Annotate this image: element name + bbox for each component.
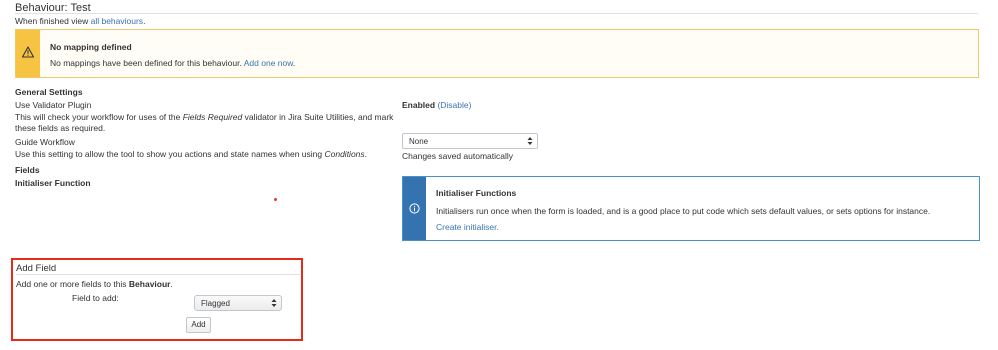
- create-initialiser-link[interactable]: Create initialiser.: [436, 222, 499, 232]
- info-title: Initialiser Functions: [436, 188, 517, 198]
- warning-link-suffix: .: [292, 58, 296, 68]
- info-circle-icon: [409, 203, 420, 214]
- guide-workflow-selected: None: [409, 137, 429, 146]
- no-mapping-warning: No mapping defined No mappings have been…: [15, 29, 979, 78]
- warning-message: No mappings have been defined for this b…: [50, 58, 242, 68]
- guide-desc-1: Use this setting to allow the tool to sh…: [15, 149, 325, 159]
- fields-heading: Fields: [15, 165, 40, 175]
- validator-plugin-label: Use Validator Plugin: [15, 100, 92, 110]
- info-stripe: [403, 177, 426, 240]
- add-field-desc-1: Add one or more fields to this: [16, 279, 129, 289]
- validator-desc-1: This will check your workflow for uses o…: [15, 112, 183, 122]
- add-field-panel: Add Field Add one or more fields to this…: [11, 258, 303, 341]
- red-dot-marker: [274, 198, 277, 201]
- field-selected-value: Flagged: [201, 299, 230, 308]
- guide-desc-2: .: [364, 149, 368, 159]
- validator-plugin-description: This will check your workflow for uses o…: [15, 112, 400, 134]
- warning-text: No mappings have been defined for this b…: [50, 58, 295, 68]
- initialiser-function-heading: Initialiser Function: [15, 178, 91, 188]
- finished-note: When finished view all behaviours.: [15, 16, 145, 26]
- finished-prefix: When finished view: [15, 16, 89, 26]
- initialiser-info-panel: Initialiser Functions Initialisers run o…: [402, 176, 980, 241]
- warning-title: No mapping defined: [50, 42, 132, 52]
- field-to-add-select[interactable]: Flagged: [194, 295, 282, 311]
- disable-validator-link[interactable]: (Disable): [437, 100, 471, 110]
- add-field-divider: [16, 274, 300, 275]
- select-arrows-icon: [527, 137, 533, 145]
- add-button[interactable]: Add: [186, 317, 211, 333]
- guide-workflow-label: Guide Workflow: [15, 137, 75, 147]
- guide-workflow-description: Use this setting to allow the tool to sh…: [15, 149, 367, 159]
- field-to-add-label: Field to add:: [72, 293, 119, 303]
- add-field-description: Add one or more fields to this Behaviour…: [16, 279, 173, 289]
- changes-saved-note: Changes saved automatically: [402, 151, 514, 161]
- title-divider: [15, 13, 978, 14]
- add-mapping-link[interactable]: Add one now: [244, 58, 293, 68]
- guide-desc-em: Conditions: [324, 149, 365, 159]
- validator-enabled-text: Enabled: [402, 100, 436, 110]
- add-field-desc-2: .: [170, 279, 173, 289]
- add-field-desc-bold: Behaviour: [128, 279, 171, 289]
- validator-desc-em: Fields Required: [182, 112, 243, 122]
- validator-status: Enabled (Disable): [402, 100, 471, 110]
- finished-suffix: .: [143, 16, 146, 26]
- guide-workflow-select[interactable]: None: [402, 133, 538, 149]
- all-behaviours-link[interactable]: all behaviours: [91, 16, 143, 26]
- select-arrows-icon: [271, 299, 277, 307]
- warning-triangle-icon: [22, 46, 34, 58]
- warning-stripe: [16, 30, 40, 77]
- general-settings-heading: General Settings: [15, 87, 83, 97]
- info-text: Initialisers run once when the form is l…: [436, 206, 931, 216]
- add-field-title: Add Field: [16, 263, 57, 274]
